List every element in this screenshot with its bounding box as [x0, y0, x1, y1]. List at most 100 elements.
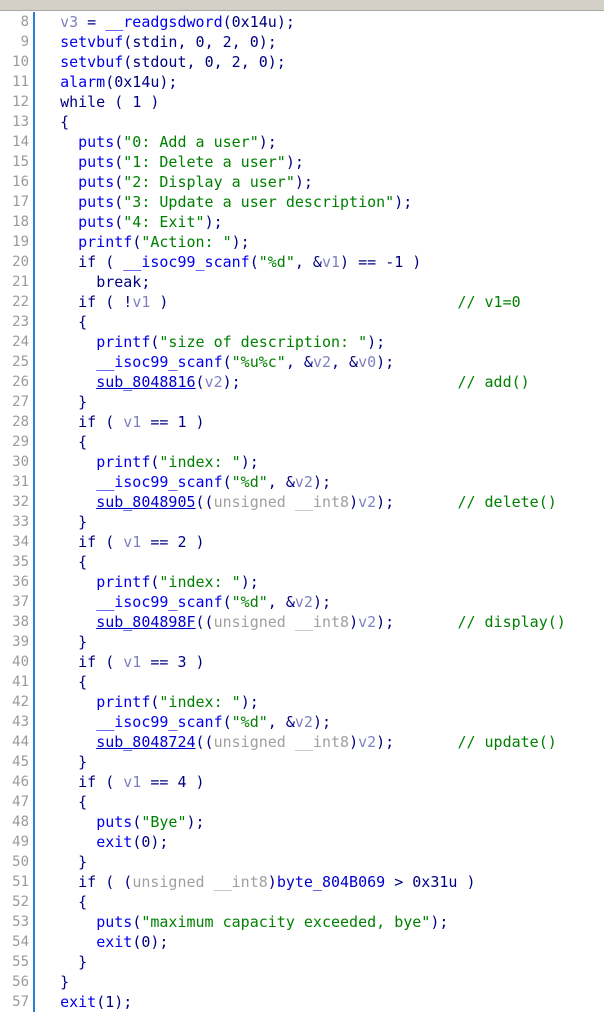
token-fn[interactable]: __readgsdword: [105, 13, 222, 31]
token-var[interactable]: v1: [123, 533, 141, 551]
token-sub[interactable]: sub_8048724: [96, 733, 195, 751]
code-line[interactable]: 14 puts("0: Add a user");: [0, 132, 604, 152]
line-number: 49: [12, 834, 29, 850]
token-fn[interactable]: puts: [78, 213, 114, 231]
code-line[interactable]: 28 if ( v1 == 1 ): [0, 412, 604, 432]
code-line[interactable]: 30 printf("index: ");: [0, 452, 604, 472]
code-line[interactable]: 49 exit(0);: [0, 832, 604, 852]
code-line[interactable]: 57 exit(1);: [0, 992, 604, 1012]
token-fn[interactable]: puts: [96, 913, 132, 931]
line-number: 11: [12, 74, 29, 90]
code-line[interactable]: 19 printf("Action: ");: [0, 232, 604, 252]
code-line[interactable]: 45 }: [0, 752, 604, 772]
token-fn[interactable]: printf: [96, 453, 150, 471]
code-line[interactable]: 48 puts("Bye");: [0, 812, 604, 832]
code-line[interactable]: 41 {: [0, 672, 604, 692]
code-line[interactable]: 22 if ( !v1 ) // v1=0: [0, 292, 604, 312]
code-line[interactable]: 52 {: [0, 892, 604, 912]
code-line[interactable]: 40 if ( v1 == 3 ): [0, 652, 604, 672]
token-var[interactable]: v2: [358, 493, 376, 511]
code-line[interactable]: 47 {: [0, 792, 604, 812]
token-fn[interactable]: alarm: [60, 73, 105, 91]
token-fn[interactable]: puts: [78, 133, 114, 151]
code-line[interactable]: 11 alarm(0x14u);: [0, 72, 604, 92]
token-var[interactable]: v0: [358, 353, 376, 371]
code-line[interactable]: 50 }: [0, 852, 604, 872]
code-line[interactable]: 34 if ( v1 == 2 ): [0, 532, 604, 552]
token-fn[interactable]: printf: [96, 573, 150, 591]
token-fn[interactable]: exit: [96, 933, 132, 951]
token-sub[interactable]: sub_8048905: [96, 493, 195, 511]
token-fn[interactable]: printf: [78, 233, 132, 251]
code-line[interactable]: 8 v3 = __readgsdword(0x14u);: [0, 12, 604, 32]
code-line[interactable]: 43 __isoc99_scanf("%d", &v2);: [0, 712, 604, 732]
token-fn[interactable]: puts: [78, 193, 114, 211]
code-line[interactable]: 25 __isoc99_scanf("%u%c", &v2, &v0);: [0, 352, 604, 372]
code-line[interactable]: 16 puts("2: Display a user");: [0, 172, 604, 192]
token-glob[interactable]: byte_804B069: [277, 873, 385, 891]
token-fn[interactable]: __isoc99_scanf: [96, 353, 222, 371]
code-line[interactable]: 18 puts("4: Exit");: [0, 212, 604, 232]
token-var[interactable]: v1: [123, 653, 141, 671]
code-line[interactable]: 31 __isoc99_scanf("%d", &v2);: [0, 472, 604, 492]
token-fn[interactable]: setvbuf: [60, 53, 123, 71]
token-num: 3: [177, 653, 187, 671]
token-fn[interactable]: puts: [78, 153, 114, 171]
token-fn[interactable]: setvbuf: [60, 33, 123, 51]
token-sub[interactable]: sub_8048816: [96, 373, 195, 391]
token-var[interactable]: v2: [205, 373, 223, 391]
code-line[interactable]: 10 setvbuf(stdout, 0, 2, 0);: [0, 52, 604, 72]
token-sub[interactable]: sub_804898F: [96, 613, 195, 631]
code-line[interactable]: 23 {: [0, 312, 604, 332]
code-line[interactable]: 9 setvbuf(stdin, 0, 2, 0);: [0, 32, 604, 52]
code-line[interactable]: 51 if ( (unsigned __int8)byte_804B069 > …: [0, 872, 604, 892]
token-fn[interactable]: printf: [96, 333, 150, 351]
code-line[interactable]: 55 }: [0, 952, 604, 972]
token-var[interactable]: v1: [123, 413, 141, 431]
token-fn[interactable]: __isoc99_scanf: [96, 473, 222, 491]
code-line[interactable]: 42 printf("index: ");: [0, 692, 604, 712]
code-line[interactable]: 37 __isoc99_scanf("%d", &v2);: [0, 592, 604, 612]
code-line[interactable]: 29 {: [0, 432, 604, 452]
code-line[interactable]: 46 if ( v1 == 4 ): [0, 772, 604, 792]
code-line[interactable]: 39 }: [0, 632, 604, 652]
code-line[interactable]: 32 sub_8048905((unsigned __int8)v2); // …: [0, 492, 604, 512]
token-fn[interactable]: printf: [96, 693, 150, 711]
token-var[interactable]: v1: [132, 293, 150, 311]
code-line[interactable]: 56 }: [0, 972, 604, 992]
token-fn[interactable]: __isoc99_scanf: [123, 253, 249, 271]
token-fn[interactable]: __isoc99_scanf: [96, 713, 222, 731]
token-fn[interactable]: puts: [96, 813, 132, 831]
code-line[interactable]: 15 puts("1: Delete a user");: [0, 152, 604, 172]
code-line[interactable]: 38 sub_804898F((unsigned __int8)v2); // …: [0, 612, 604, 632]
token-var[interactable]: v2: [295, 713, 313, 731]
code-line[interactable]: 44 sub_8048724((unsigned __int8)v2); // …: [0, 732, 604, 752]
token-fn[interactable]: exit: [96, 833, 132, 851]
code-line[interactable]: 12 while ( 1 ): [0, 92, 604, 112]
token-var[interactable]: v2: [358, 733, 376, 751]
token-fn[interactable]: puts: [78, 173, 114, 191]
code-line[interactable]: 21 break;: [0, 272, 604, 292]
code-line[interactable]: 54 exit(0);: [0, 932, 604, 952]
code-line[interactable]: 36 printf("index: ");: [0, 572, 604, 592]
token-var[interactable]: v2: [313, 353, 331, 371]
code-line[interactable]: 13 {: [0, 112, 604, 132]
code-line[interactable]: 35 {: [0, 552, 604, 572]
horizontal-scrollbar[interactable]: [0, 0, 604, 11]
code-line[interactable]: 33 }: [0, 512, 604, 532]
token-var[interactable]: v3: [60, 13, 78, 31]
code-line[interactable]: 17 puts("3: Update a user description");: [0, 192, 604, 212]
code-line[interactable]: 20 if ( __isoc99_scanf("%d", &v1) == -1 …: [0, 252, 604, 272]
token-var[interactable]: v1: [123, 773, 141, 791]
code-line[interactable]: 53 puts("maximum capacity exceeded, bye"…: [0, 912, 604, 932]
token-var[interactable]: v2: [295, 473, 313, 491]
token-fn[interactable]: __isoc99_scanf: [96, 593, 222, 611]
token-fn[interactable]: exit: [60, 993, 96, 1011]
code-line[interactable]: 26 sub_8048816(v2); // add(): [0, 372, 604, 392]
token-var[interactable]: v2: [358, 613, 376, 631]
pseudocode-editor[interactable]: 8 v3 = __readgsdword(0x14u); 9 setvbuf(st…: [0, 12, 604, 1012]
token-var[interactable]: v2: [295, 593, 313, 611]
code-line[interactable]: 27 }: [0, 392, 604, 412]
token-var[interactable]: v1: [322, 253, 340, 271]
code-line[interactable]: 24 printf("size of description: ");: [0, 332, 604, 352]
